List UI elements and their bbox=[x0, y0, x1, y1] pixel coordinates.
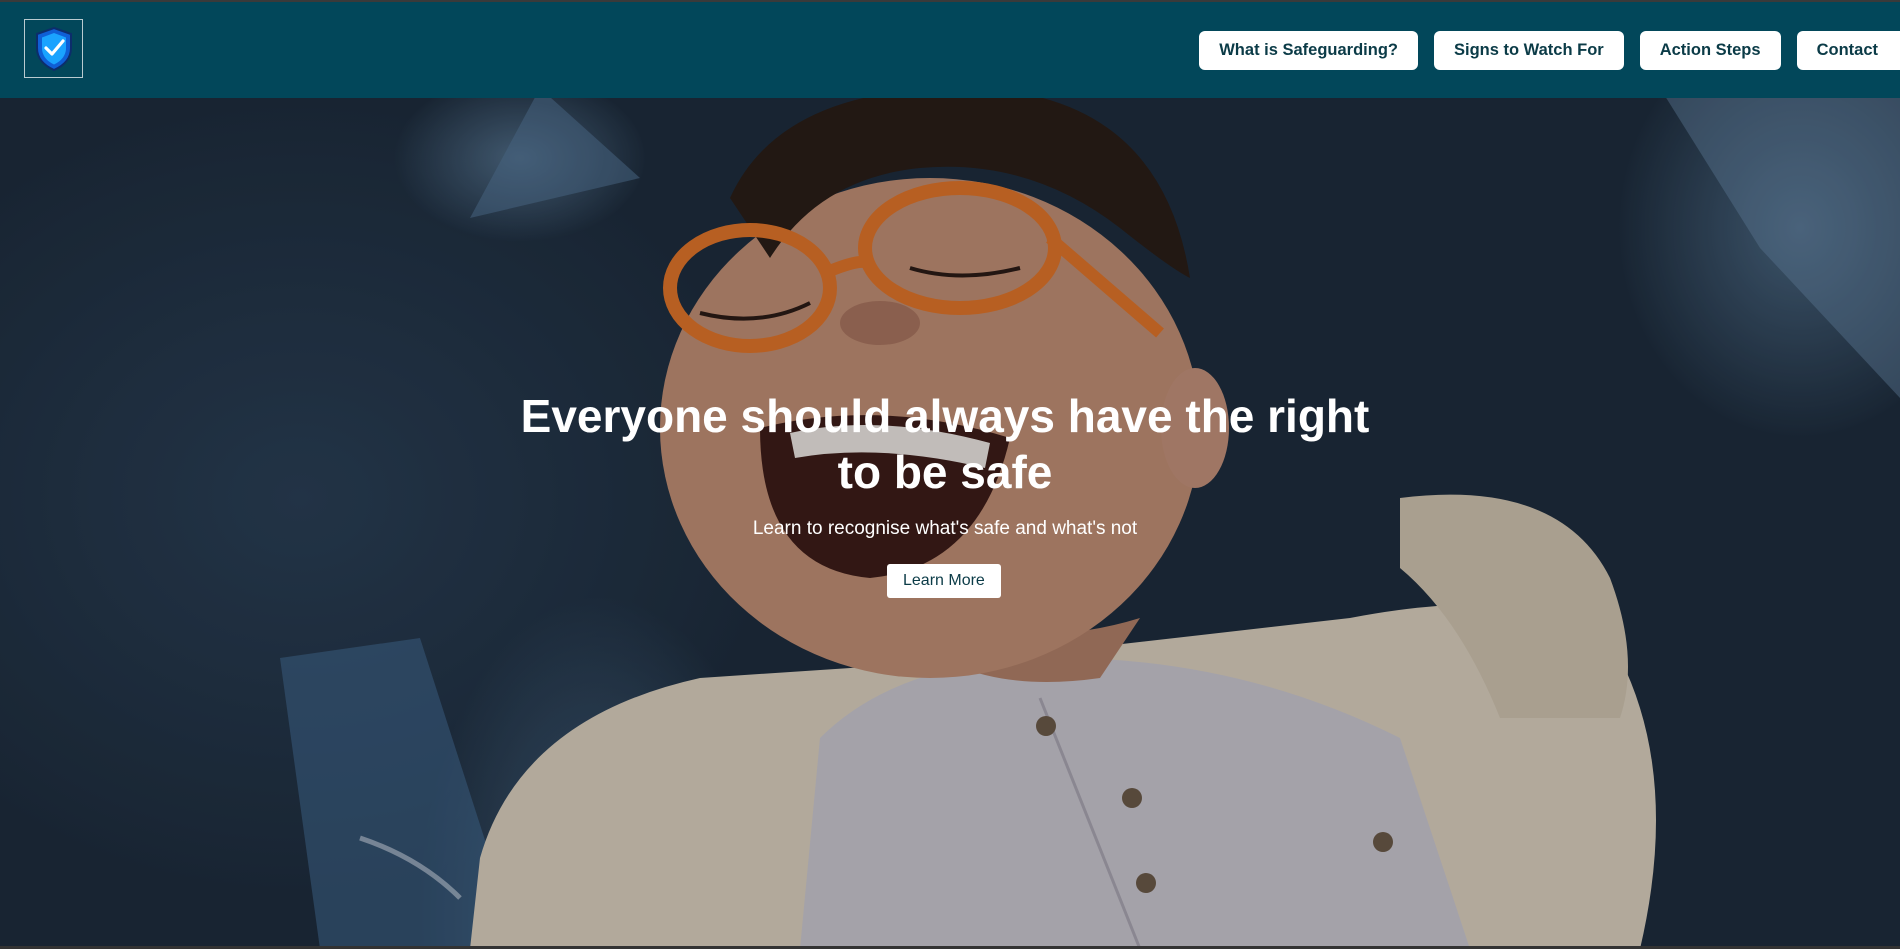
nav-what-is-safeguarding[interactable]: What is Safeguarding? bbox=[1199, 31, 1418, 70]
nav-signs-to-watch-for[interactable]: Signs to Watch For bbox=[1434, 31, 1624, 70]
hero-section: Everyone should always have the right to… bbox=[0, 98, 1900, 949]
site-logo[interactable] bbox=[24, 19, 83, 78]
nav-action-steps[interactable]: Action Steps bbox=[1639, 31, 1781, 70]
nav-contact[interactable]: Contact bbox=[1796, 31, 1900, 70]
hero-subtitle: Learn to recognise what's safe and what'… bbox=[752, 518, 1138, 539]
main-nav: What is Safeguarding? Signs to Watch For… bbox=[1199, 31, 1900, 70]
site-header: What is Safeguarding? Signs to Watch For… bbox=[0, 0, 1900, 98]
page: What is Safeguarding? Signs to Watch For… bbox=[0, 0, 1900, 949]
hero-title: Everyone should always have the right to… bbox=[520, 390, 1370, 498]
learn-more-button[interactable]: Learn More bbox=[887, 564, 1001, 598]
shield-check-icon bbox=[35, 26, 72, 71]
